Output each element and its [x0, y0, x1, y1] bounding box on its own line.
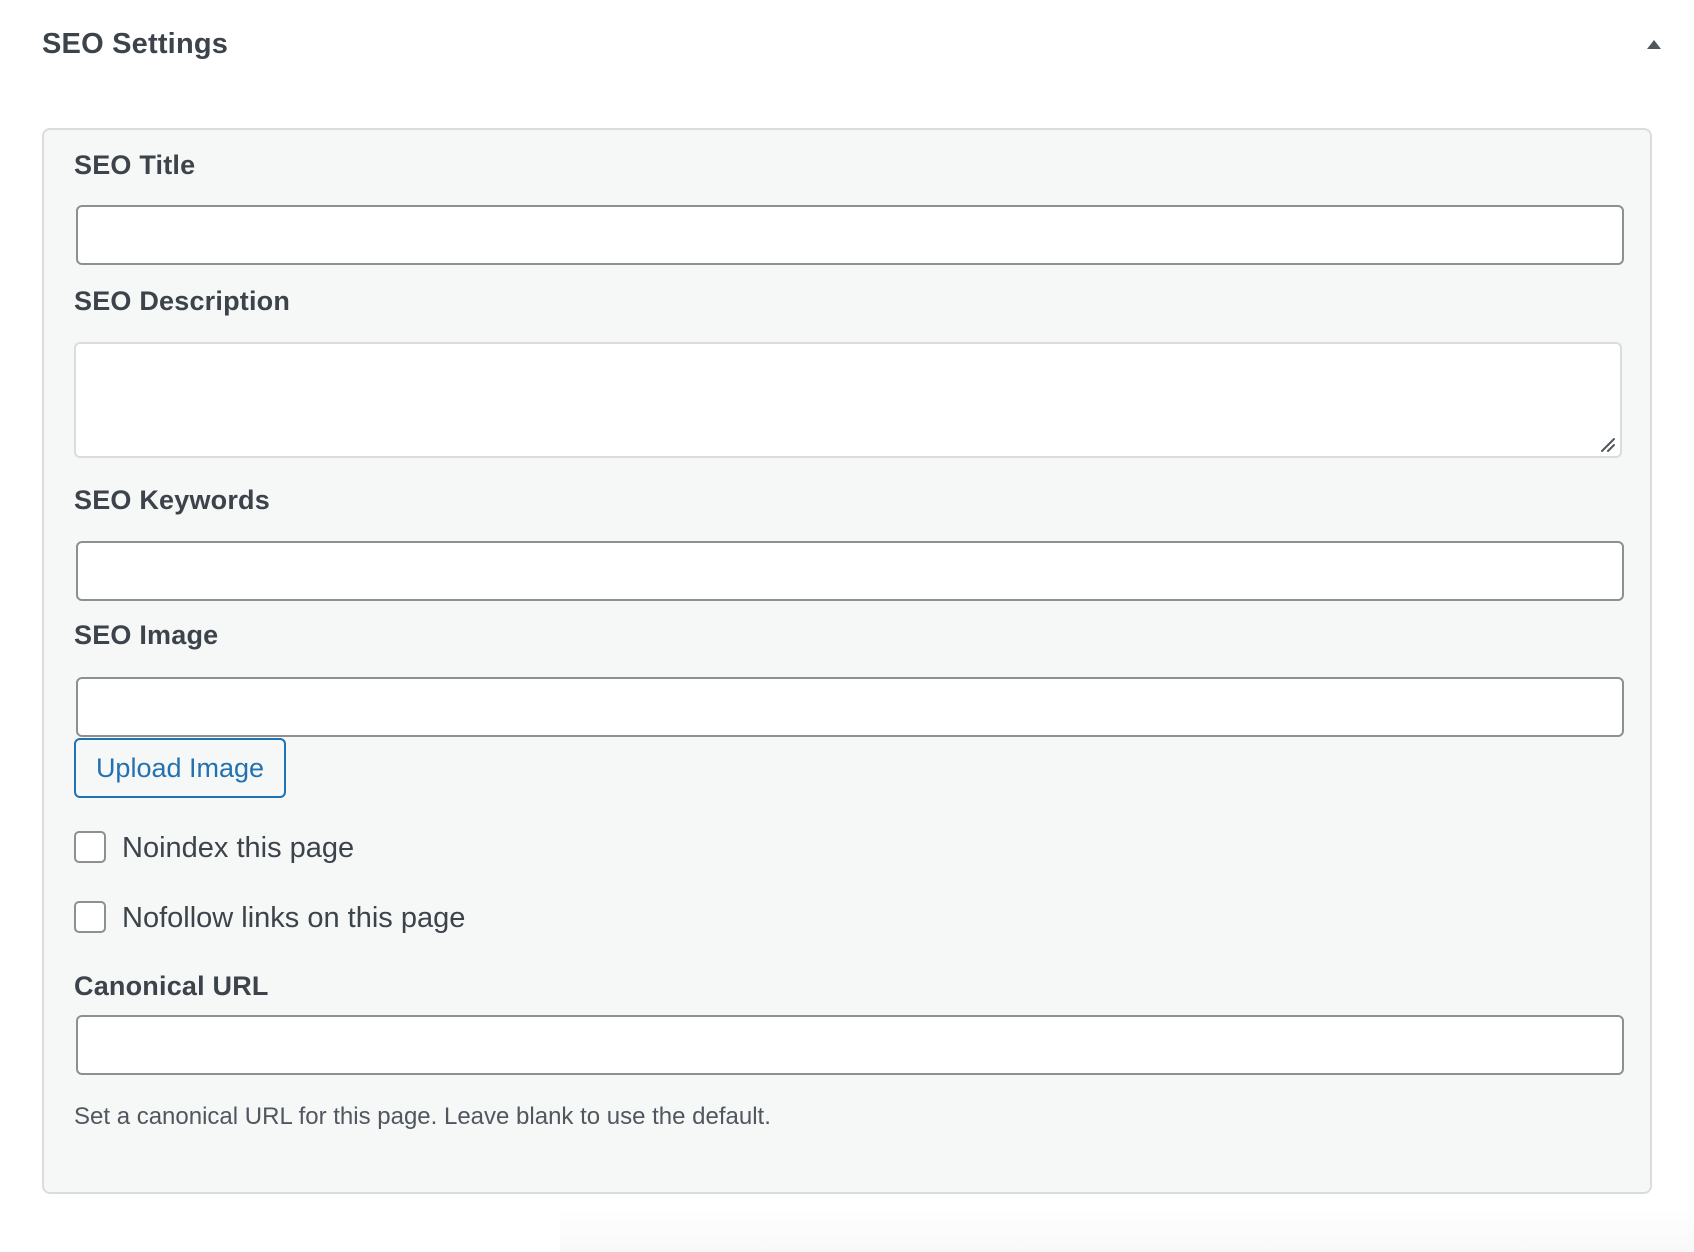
seo-description-label: SEO Description: [74, 286, 291, 316]
nofollow-checkbox[interactable]: [74, 901, 106, 933]
collapse-toggle-button[interactable]: [1632, 26, 1676, 62]
seo-image-label: SEO Image: [74, 620, 219, 650]
bottom-fade: [560, 1210, 1694, 1252]
seo-description-textarea[interactable]: [74, 342, 1622, 458]
metabox-title: SEO Settings: [42, 28, 229, 60]
seo-keywords-label: SEO Keywords: [74, 485, 270, 515]
seo-settings-metabox: SEO Settings SEO Title SEO Description S…: [0, 0, 1694, 1252]
seo-title-label: SEO Title: [74, 150, 196, 180]
noindex-checkbox[interactable]: [74, 831, 106, 863]
upload-image-button[interactable]: Upload Image: [74, 738, 286, 798]
canonical-url-help-text: Set a canonical URL for this page. Leave…: [74, 1103, 771, 1130]
nofollow-label: Nofollow links on this page: [122, 902, 466, 934]
canonical-url-label: Canonical URL: [74, 971, 269, 1001]
metabox-header: SEO Settings: [0, 0, 1694, 92]
noindex-label: Noindex this page: [122, 832, 355, 864]
seo-keywords-input[interactable]: [76, 541, 1624, 601]
triangle-up-icon: [1647, 40, 1661, 49]
canonical-url-input[interactable]: [76, 1015, 1624, 1075]
seo-image-input[interactable]: [76, 677, 1624, 737]
textarea-resize-handle[interactable]: [1600, 437, 1616, 453]
seo-title-input[interactable]: [76, 205, 1624, 265]
nofollow-checkbox-row[interactable]: Nofollow links on this page: [74, 899, 694, 937]
noindex-checkbox-row[interactable]: Noindex this page: [74, 829, 694, 867]
resize-grip-icon: [1601, 438, 1615, 452]
